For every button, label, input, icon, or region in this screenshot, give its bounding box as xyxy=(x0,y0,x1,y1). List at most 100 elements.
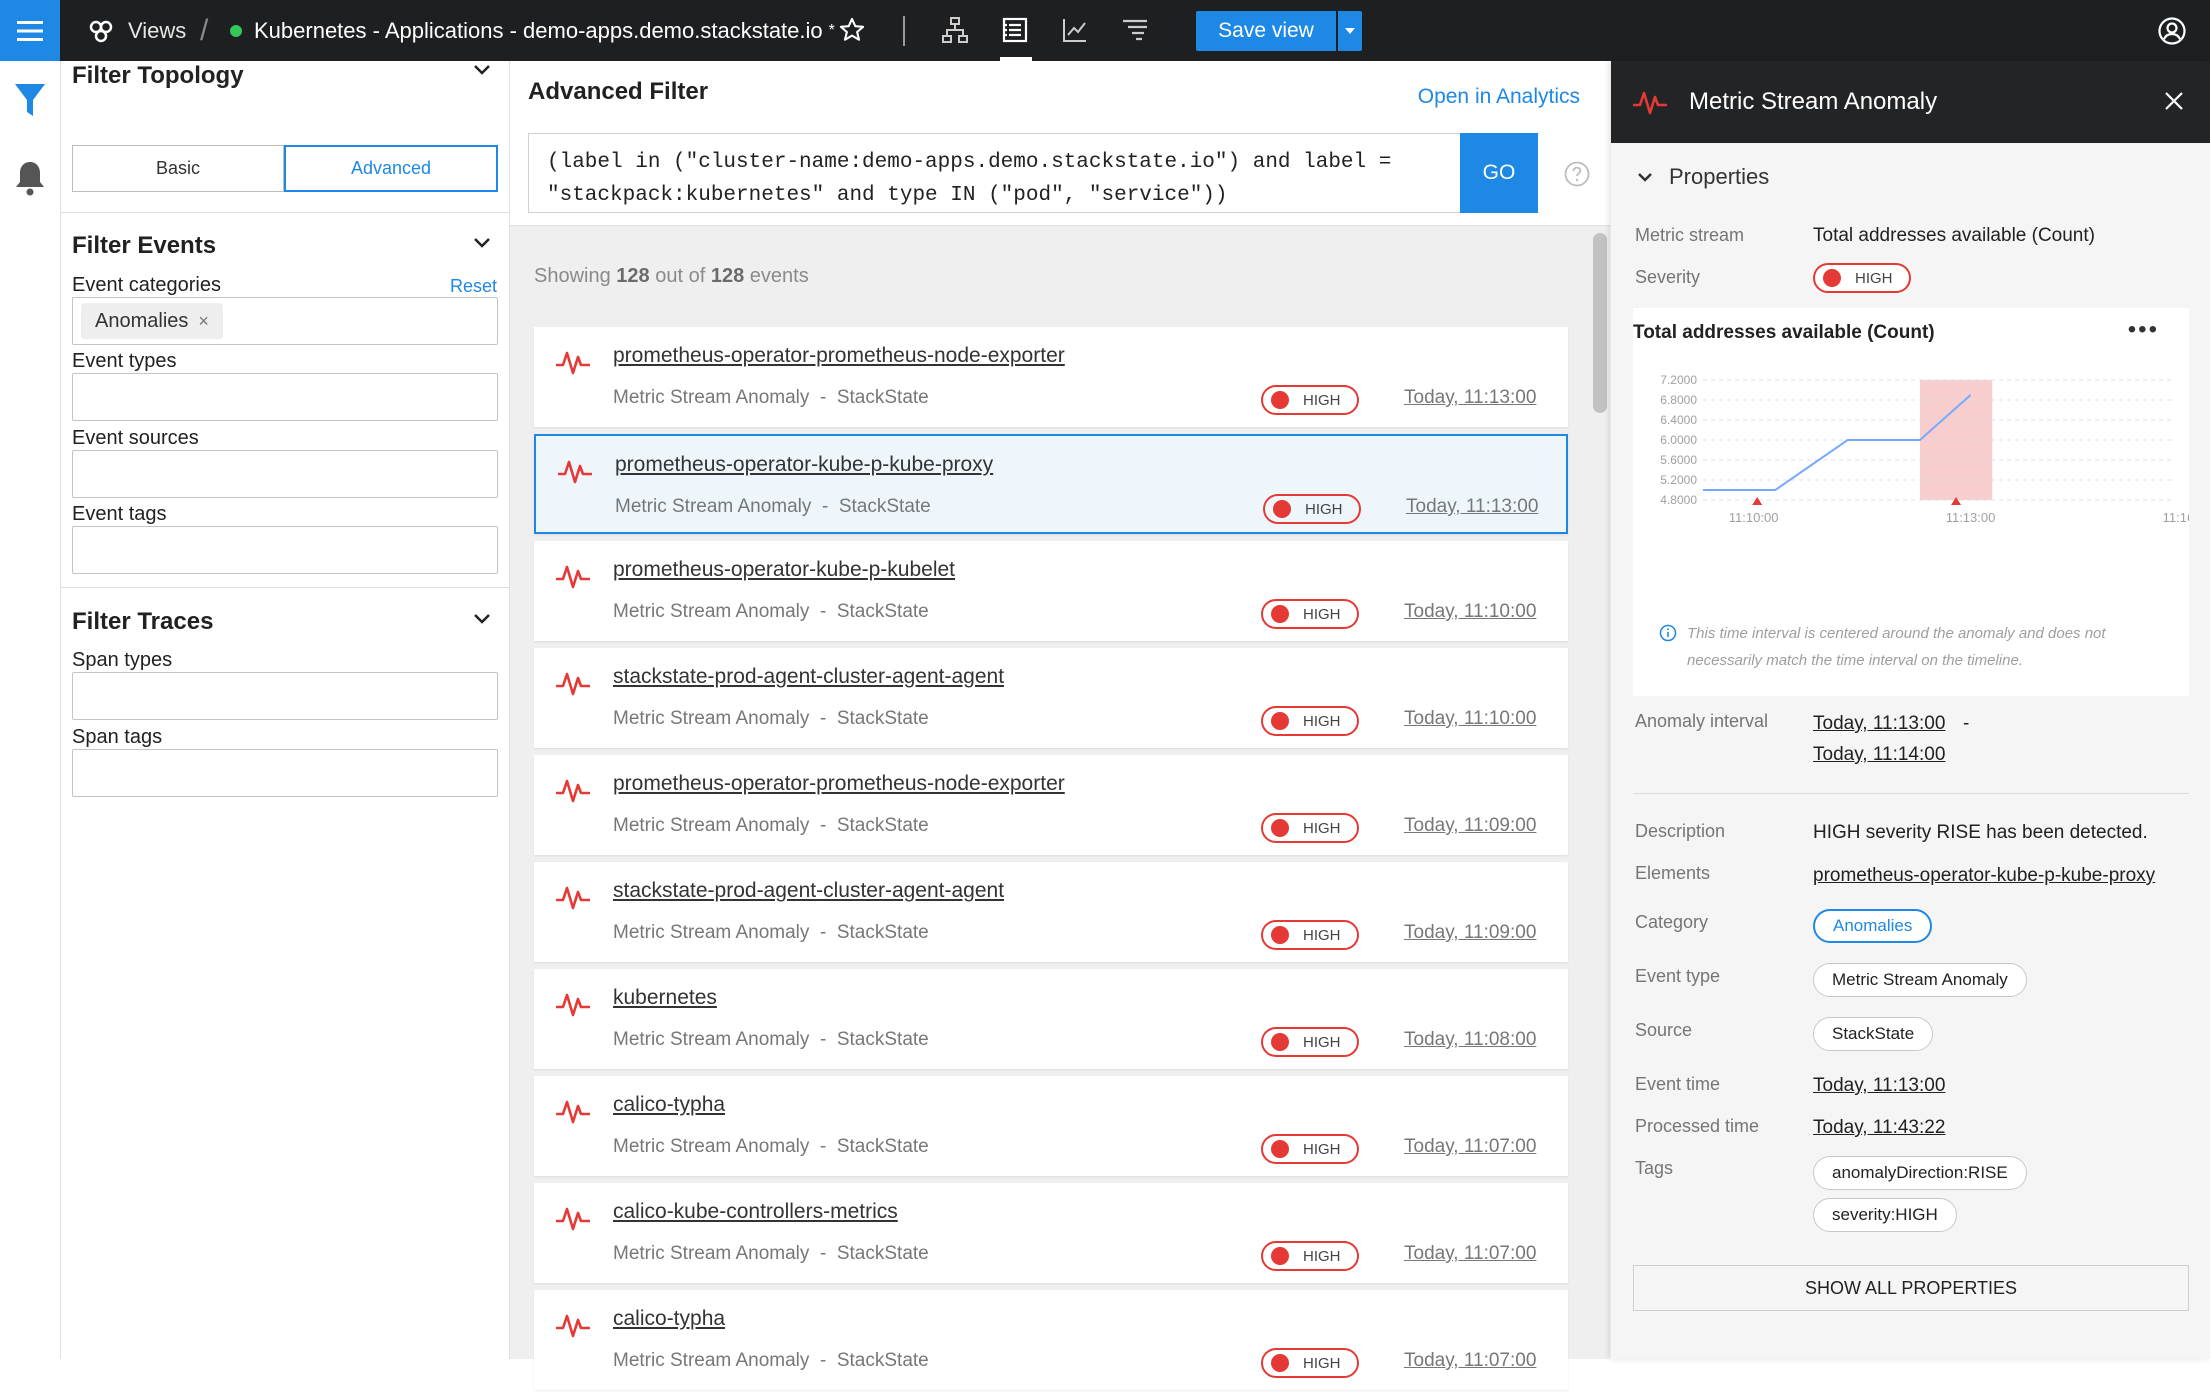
severity-text: HIGH xyxy=(1303,819,1341,837)
elements-link[interactable]: prometheus-operator-kube-p-kube-proxy xyxy=(1813,865,2155,887)
save-options-dropdown[interactable] xyxy=(1338,11,1362,51)
views-link[interactable]: Views xyxy=(88,0,186,61)
event-time-link[interactable]: Today, 11:07:00 xyxy=(1404,1243,1536,1265)
event-title-link[interactable]: calico-kube-controllers-metrics xyxy=(613,1200,898,1224)
event-row[interactable]: calico-kube-controllers-metrics Metric St… xyxy=(534,1183,1568,1283)
span-tags-input[interactable] xyxy=(72,749,498,797)
event-categories-label: Event categories xyxy=(72,274,221,296)
remove-chip-icon[interactable]: × xyxy=(198,311,209,332)
filter-icon[interactable] xyxy=(14,83,46,119)
event-title-link[interactable]: prometheus-operator-kube-p-kube-proxy xyxy=(615,453,993,477)
severity-badge: HIGH xyxy=(1261,813,1359,843)
event-row[interactable]: stackstate-prod-agent-cluster-agent-agen… xyxy=(534,862,1568,962)
events-count: Showing 128 out of 128 events xyxy=(534,265,809,287)
anomaly-interval-start[interactable]: Today, 11:13:00 xyxy=(1813,713,1945,735)
event-time-link[interactable]: Today, 11:09:00 xyxy=(1404,922,1536,944)
info-icon xyxy=(1659,624,1677,642)
filter-traces-chevron-icon[interactable] xyxy=(473,613,491,625)
event-time-link[interactable]: Today, 11:10:00 xyxy=(1404,708,1536,730)
event-row[interactable]: calico-typha Metric Stream Anomaly - Stac… xyxy=(534,1290,1568,1390)
help-icon[interactable] xyxy=(1564,161,1590,187)
traces-icon[interactable] xyxy=(1120,15,1150,45)
events-icon[interactable] xyxy=(1000,15,1030,45)
query-line-2: "stackpack:kubernetes" and type IN ("pod… xyxy=(547,184,1228,207)
event-time-link[interactable]: Today, 11:07:00 xyxy=(1404,1136,1536,1158)
tag-chip[interactable]: severity:HIGH xyxy=(1813,1198,1957,1232)
user-account-icon[interactable] xyxy=(2157,16,2187,46)
event-title-link[interactable]: kubernetes xyxy=(613,986,717,1010)
event-row[interactable]: stackstate-prod-agent-cluster-agent-agen… xyxy=(534,648,1568,748)
advanced-filter-title: Advanced Filter xyxy=(528,78,709,105)
event-time-link[interactable]: Today, 11:09:00 xyxy=(1404,815,1536,837)
x-tick-label: 11:13:00 xyxy=(1946,510,1996,525)
event-row[interactable]: prometheus-operator-kube-p-kubelet Metric… xyxy=(534,541,1568,641)
basic-mode-button[interactable]: Basic xyxy=(72,145,284,192)
reset-categories-link[interactable]: Reset xyxy=(450,276,497,297)
event-time-label: Event time xyxy=(1635,1074,1721,1094)
event-categories-input[interactable]: Anomalies × xyxy=(72,297,498,345)
advanced-mode-button[interactable]: Advanced xyxy=(284,145,498,192)
anomaly-pulse-icon xyxy=(556,666,590,698)
event-row[interactable]: prometheus-operator-prometheus-node-expo… xyxy=(534,755,1568,855)
event-title-link[interactable]: calico-typha xyxy=(613,1093,725,1117)
properties-section-toggle[interactable]: Properties xyxy=(1637,164,1769,190)
anomaly-interval-end[interactable]: Today, 11:14:00 xyxy=(1813,744,1945,766)
span-types-label: Span types xyxy=(72,649,173,671)
event-title-link[interactable]: stackstate-prod-agent-cluster-agent-agen… xyxy=(613,665,1004,689)
go-button[interactable]: GO xyxy=(1460,133,1538,213)
severity-text: HIGH xyxy=(1303,1247,1341,1265)
anomaly-interval-label: Anomaly interval xyxy=(1635,711,1769,731)
filter-topology-chevron-icon[interactable] xyxy=(473,64,491,76)
event-type-chip[interactable]: Metric Stream Anomaly xyxy=(1813,963,2027,997)
event-time-value[interactable]: Today, 11:13:00 xyxy=(1813,1075,1945,1097)
bell-icon[interactable] xyxy=(14,159,46,197)
x-tick-label: 11:16:00 xyxy=(2163,510,2189,525)
save-view-button[interactable]: Save view xyxy=(1196,11,1336,51)
event-sources-input[interactable] xyxy=(72,450,498,498)
toolbar-divider xyxy=(903,16,905,46)
section-divider xyxy=(61,212,510,213)
hamburger-menu-icon[interactable] xyxy=(0,0,60,61)
event-title-link[interactable]: calico-typha xyxy=(613,1307,725,1331)
tag-chip[interactable]: anomalyDirection:RISE xyxy=(1813,1156,2027,1190)
event-types-input[interactable] xyxy=(72,373,498,421)
event-title-link[interactable]: prometheus-operator-kube-p-kubelet xyxy=(613,558,955,582)
left-rail xyxy=(0,61,61,1359)
event-time-link[interactable]: Today, 11:07:00 xyxy=(1404,1350,1536,1372)
metrics-icon[interactable] xyxy=(1060,15,1090,45)
anomaly-interval-dash: - xyxy=(1963,713,1970,734)
show-all-properties-button[interactable]: SHOW ALL PROPERTIES xyxy=(1633,1265,2189,1311)
caret-down-icon xyxy=(1345,28,1355,34)
event-title-link[interactable]: stackstate-prod-agent-cluster-agent-agen… xyxy=(613,879,1004,903)
close-icon[interactable] xyxy=(2164,91,2184,111)
event-row[interactable]: kubernetes Metric Stream Anomaly - StackS… xyxy=(534,969,1568,1069)
event-time-link[interactable]: Today, 11:13:00 xyxy=(1404,387,1536,409)
source-chip[interactable]: StackState xyxy=(1813,1017,1934,1051)
category-chip[interactable]: Anomalies xyxy=(1813,909,1933,943)
event-time-link[interactable]: Today, 11:13:00 xyxy=(1406,496,1538,518)
y-tick-label: 5.2000 xyxy=(1660,473,1697,487)
y-tick-label: 4.8000 xyxy=(1660,493,1697,507)
star-icon[interactable] xyxy=(838,16,866,44)
event-detail-panel: Metric Stream Anomaly Properties Metric … xyxy=(1611,61,2210,1359)
query-input[interactable]: (label in ("cluster-name:demo-apps.demo.… xyxy=(528,133,1460,213)
anomaly-marker xyxy=(1752,497,1763,505)
event-row[interactable]: prometheus-operator-prometheus-node-expo… xyxy=(534,327,1568,427)
topology-icon[interactable] xyxy=(940,15,970,45)
event-time-link[interactable]: Today, 11:08:00 xyxy=(1404,1029,1536,1051)
event-title-link[interactable]: prometheus-operator-prometheus-node-expo… xyxy=(613,772,1065,796)
event-title-link[interactable]: prometheus-operator-prometheus-node-expo… xyxy=(613,344,1065,368)
span-types-input[interactable] xyxy=(72,672,498,720)
more-options-icon[interactable]: ••• xyxy=(2128,316,2159,344)
y-tick-label: 6.8000 xyxy=(1660,393,1697,407)
scrollbar-thumb[interactable] xyxy=(1593,233,1607,413)
event-subtitle: Metric Stream Anomaly - StackState xyxy=(613,1243,929,1264)
processed-time-value[interactable]: Today, 11:43:22 xyxy=(1813,1117,1945,1139)
anomaly-pulse-icon xyxy=(556,987,590,1019)
event-time-link[interactable]: Today, 11:10:00 xyxy=(1404,601,1536,623)
event-row[interactable]: calico-typha Metric Stream Anomaly - Stac… xyxy=(534,1076,1568,1176)
open-in-analytics-link[interactable]: Open in Analytics xyxy=(1418,85,1580,109)
event-row[interactable]: prometheus-operator-kube-p-kube-proxy Met… xyxy=(534,434,1568,534)
event-tags-input[interactable] xyxy=(72,526,498,574)
filter-events-chevron-icon[interactable] xyxy=(473,237,491,249)
